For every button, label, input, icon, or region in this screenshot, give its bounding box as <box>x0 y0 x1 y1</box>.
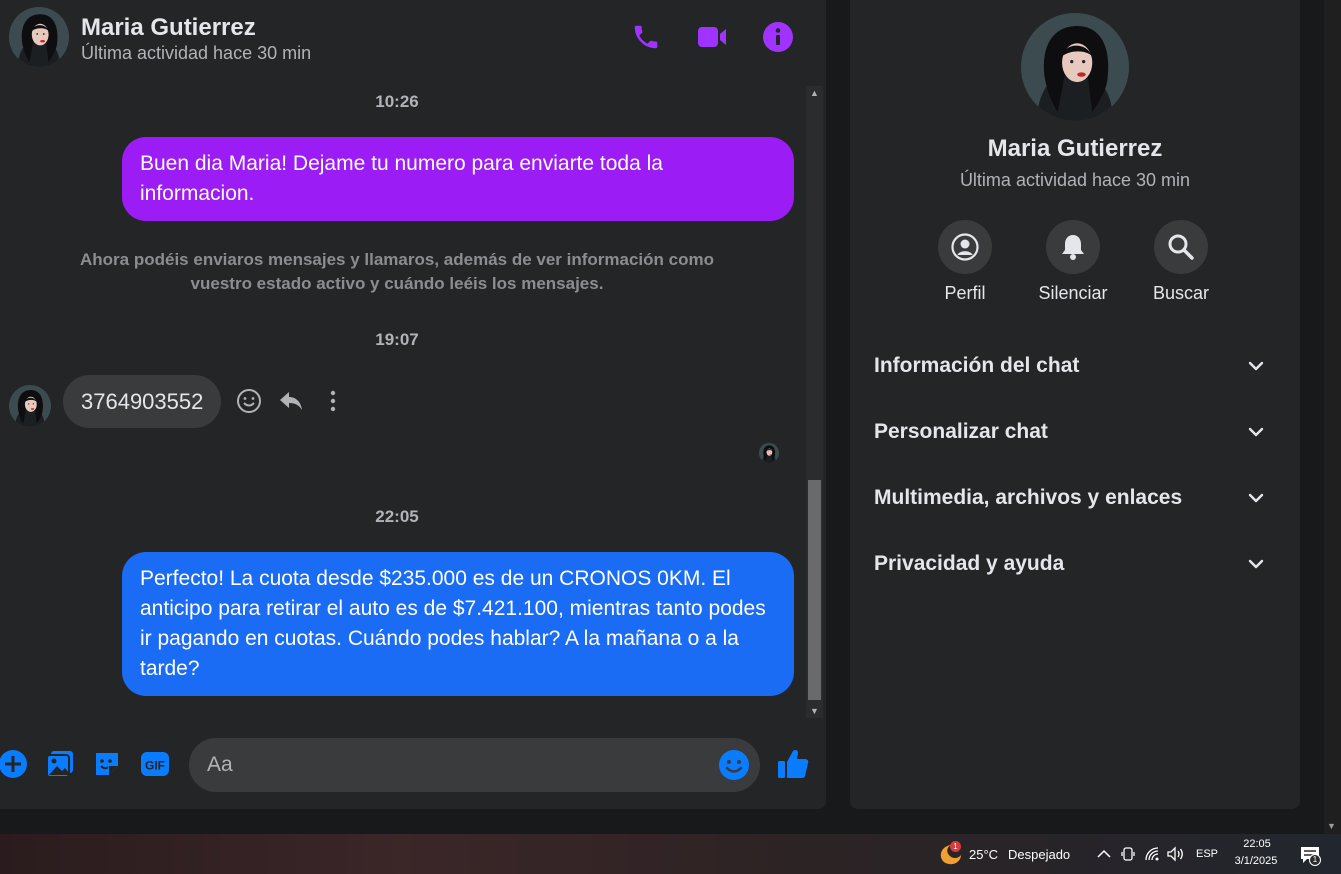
outgoing-message[interactable]: Buen dia Maria! Dejame tu numero para en… <box>122 137 794 221</box>
gif-icon[interactable]: GIF <box>139 748 171 780</box>
chevron-down-icon <box>1248 361 1264 371</box>
message-list[interactable]: 10:26 Buen dia Maria! Dejame tu numero p… <box>0 82 806 720</box>
video-call-icon[interactable] <box>695 20 729 54</box>
search-icon <box>1154 220 1208 274</box>
bell-icon <box>1046 220 1100 274</box>
clock-time[interactable]: 22:05 <box>1232 838 1282 850</box>
message-composer: GIF <box>0 735 826 795</box>
scroll-up-arrow[interactable]: ▲ <box>806 86 823 100</box>
message-scrollbar[interactable]: ▲ ▼ <box>806 86 823 718</box>
reply-icon[interactable] <box>277 387 305 415</box>
contact-avatar-large[interactable] <box>1021 13 1129 121</box>
contact-status: Última actividad hace 30 min <box>81 43 312 63</box>
more-options-icon[interactable] <box>319 387 347 415</box>
sender-avatar[interactable] <box>9 385 51 427</box>
contact-name[interactable]: Maria Gutierrez <box>81 14 256 42</box>
add-icon[interactable] <box>0 748 29 780</box>
timestamp-separator: 10:26 <box>375 92 419 111</box>
section-title: Multimedia, archivos y enlaces <box>874 486 1183 509</box>
gallery-icon[interactable] <box>44 748 76 780</box>
volume-icon[interactable] <box>1166 845 1184 863</box>
info-contact-status: Última actividad hace 30 min <box>959 170 1191 190</box>
chevron-up-icon[interactable] <box>1096 846 1112 862</box>
svg-text:GIF: GIF <box>145 759 165 773</box>
scroll-thumb[interactable] <box>808 480 821 700</box>
windows-taskbar: 1 25°C Despejado ESP 22:05 3/1/2025 1 <box>0 834 1341 874</box>
chevron-down-icon <box>1248 559 1264 569</box>
sticker-icon[interactable] <box>91 748 123 780</box>
profile-label: Perfil <box>944 283 986 303</box>
message-input[interactable] <box>207 738 707 792</box>
system-notice: Ahora podéis enviaros mensajes y llamaro… <box>80 250 714 293</box>
section-privacy-help[interactable]: Privacidad y ayuda <box>874 544 1276 584</box>
section-customize-chat[interactable]: Personalizar chat <box>874 412 1276 452</box>
chevron-down-icon <box>1248 493 1264 503</box>
search-button[interactable]: Buscar <box>1126 220 1236 304</box>
weather-temp[interactable]: 25°C <box>969 847 998 862</box>
incoming-message[interactable]: 3764903552 <box>63 375 222 428</box>
section-title: Información del chat <box>874 354 1080 377</box>
profile-button[interactable]: Perfil <box>910 220 1020 304</box>
chevron-down-icon <box>1248 427 1264 437</box>
section-title: Privacidad y ayuda <box>874 552 1065 575</box>
timestamp-separator: 22:05 <box>375 507 419 526</box>
language-indicator[interactable]: ESP <box>1196 848 1218 860</box>
wifi-icon[interactable] <box>1144 845 1162 863</box>
section-media-files-links[interactable]: Multimedia, archivos y enlaces <box>874 478 1276 518</box>
info-icon[interactable] <box>761 20 795 54</box>
scroll-down-arrow[interactable]: ▼ <box>1327 821 1336 831</box>
react-emoji-icon[interactable] <box>235 387 263 415</box>
device-icon[interactable] <box>1120 845 1136 863</box>
page-scrollbar[interactable]: ▼ <box>1324 0 1341 834</box>
timestamp-separator: 19:07 <box>375 330 419 349</box>
clock-date[interactable]: 3/1/2025 <box>1228 855 1284 867</box>
message-input-box[interactable] <box>189 738 760 792</box>
mute-button[interactable]: Silenciar <box>1018 220 1128 304</box>
chat-header: Maria Gutierrez Última actividad hace 30… <box>0 0 826 76</box>
phone-icon[interactable] <box>629 20 663 54</box>
info-contact-name: Maria Gutierrez <box>987 135 1163 162</box>
search-label: Buscar <box>1152 283 1210 303</box>
outgoing-message[interactable]: Perfecto! La cuota desde $235.000 es de … <box>122 552 794 696</box>
weather-desc[interactable]: Despejado <box>1008 847 1070 862</box>
weather-badge: 1 <box>950 841 961 852</box>
weather-icon[interactable]: 1 <box>937 841 963 866</box>
like-icon[interactable] <box>776 747 810 781</box>
notification-count: 1 <box>1309 854 1321 866</box>
emoji-icon[interactable] <box>718 749 750 781</box>
notification-icon[interactable]: 1 <box>1298 843 1322 867</box>
profile-icon <box>938 220 992 274</box>
chat-panel: Maria Gutierrez Última actividad hace 30… <box>0 0 826 809</box>
scroll-down-arrow[interactable]: ▼ <box>806 704 823 718</box>
contact-avatar[interactable] <box>9 7 69 67</box>
conversation-info-panel: Maria Gutierrez Última actividad hace 30… <box>850 0 1300 809</box>
read-receipt-avatar <box>759 443 779 463</box>
section-chat-info[interactable]: Información del chat <box>874 346 1276 386</box>
mute-label: Silenciar <box>1038 283 1108 303</box>
section-title: Personalizar chat <box>874 420 1048 443</box>
